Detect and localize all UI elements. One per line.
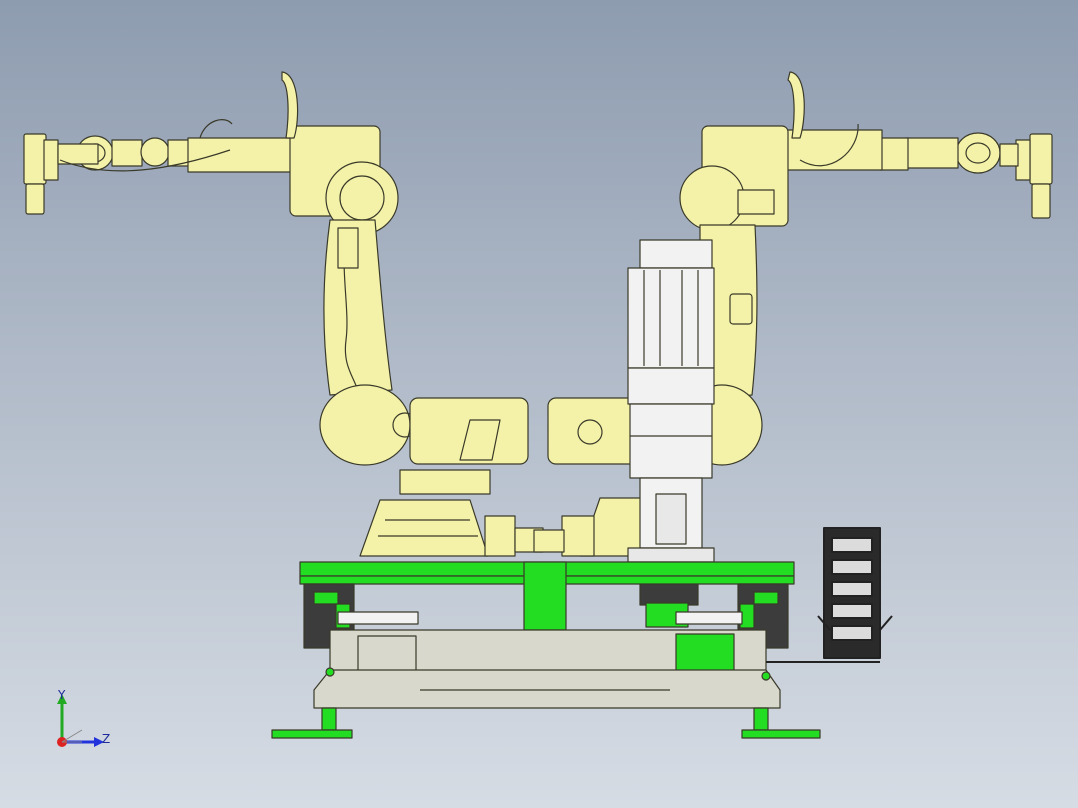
left-robot	[23, 71, 544, 557]
right-gripper	[1029, 133, 1053, 185]
gearbox	[629, 403, 713, 479]
left-foot-post	[321, 707, 337, 731]
triad-y-label: Y	[58, 688, 66, 702]
left-shoulder	[319, 384, 411, 466]
linear-rail-base	[271, 629, 821, 739]
right-foot-post	[753, 707, 769, 731]
center-column	[523, 561, 567, 631]
left-foot-pad	[271, 729, 353, 739]
assembly-drawing	[23, 71, 1053, 739]
right-robot	[533, 71, 1053, 557]
right-wrist-joint	[955, 132, 1001, 174]
left-gripper	[23, 133, 47, 185]
left-base	[359, 499, 489, 557]
left-forearm	[187, 137, 295, 173]
motor-body	[627, 267, 715, 369]
motor-top	[639, 239, 713, 269]
triad-z-label: Z	[102, 732, 111, 746]
right-foot-pad	[741, 729, 821, 739]
cad-viewport[interactable]: Y Z	[0, 0, 1078, 808]
